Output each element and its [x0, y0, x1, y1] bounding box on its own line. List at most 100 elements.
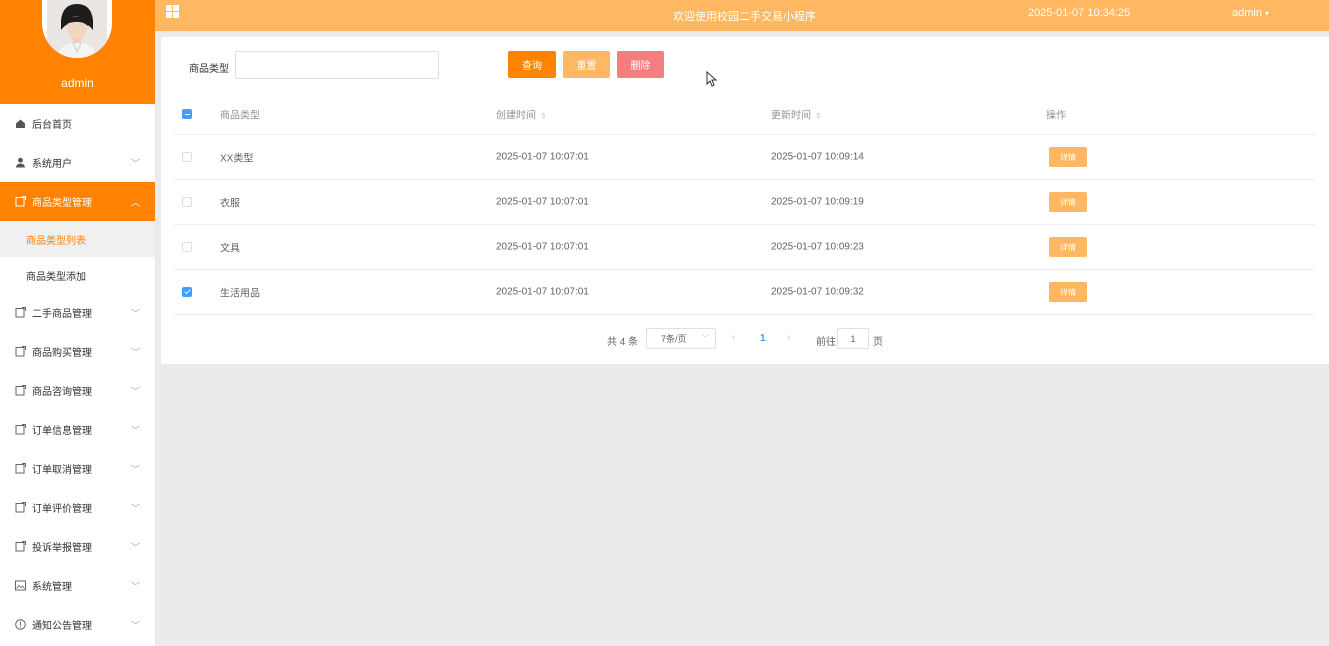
cell-updated: 2025-01-07 10:09:14: [771, 151, 864, 163]
cell-updated: 2025-01-07 10:09:23: [771, 241, 864, 253]
header-created-label: 创建时间: [496, 110, 536, 122]
menu-item-purchase[interactable]: 商品购买管理 ﹀: [0, 332, 155, 371]
sort-icon[interactable]: ⇕: [815, 112, 822, 121]
menu-label: 系统用户: [32, 159, 72, 170]
menu-item-product-type[interactable]: 商品类型管理 ︿: [0, 182, 155, 221]
page-label: 页: [873, 337, 883, 348]
menu-label: 通知公告管理: [32, 621, 92, 632]
main-card: 商品类型 查询 重置 删除 商品类型 创建时间 ⇕ 更新时间 ⇕ 操作 XX类型 2…: [161, 37, 1329, 364]
submenu-item-type-list[interactable]: 商品类型列表: [0, 221, 155, 257]
menu-item-secondhand[interactable]: 二手商品管理 ﹀: [0, 293, 155, 332]
menu-item-order-info[interactable]: 订单信息管理 ﹀: [0, 410, 155, 449]
detail-button[interactable]: 详情: [1049, 147, 1087, 167]
prev-page-icon[interactable]: ‹: [732, 332, 735, 343]
tag-icon: [15, 307, 26, 318]
menu-label: 商品类型管理: [32, 198, 92, 209]
next-page-icon[interactable]: ›: [787, 332, 790, 343]
top-bar: 欢迎使用校园二手交易小程序 2025-01-07 10:34:25 admin …: [155, 0, 1329, 31]
user-name: admin: [1232, 7, 1262, 19]
welcome-title: 欢迎使用校园二手交易小程序: [673, 11, 816, 23]
detail-button[interactable]: 详情: [1049, 237, 1087, 257]
info-circle-icon: [15, 619, 26, 630]
reset-button[interactable]: 重置: [563, 51, 610, 78]
tag-icon: [15, 502, 26, 513]
menu-item-complaint[interactable]: 投诉举报管理 ﹀: [0, 527, 155, 566]
table-row: 文具 2025-01-07 10:07:01 2025-01-07 10:09:…: [174, 225, 1315, 270]
menu-item-order-review[interactable]: 订单评价管理 ﹀: [0, 488, 155, 527]
menu-label: 商品咨询管理: [32, 387, 92, 398]
chevron-down-icon: ﹀: [701, 334, 709, 343]
submenu-item-type-add[interactable]: 商品类型添加: [0, 257, 155, 293]
user-dropdown[interactable]: admin ▾: [1232, 7, 1269, 19]
chevron-down-icon: ﹀: [130, 347, 140, 357]
menu-item-order-cancel[interactable]: 订单取消管理 ﹀: [0, 449, 155, 488]
avatar: [42, 0, 112, 58]
data-table: 商品类型 创建时间 ⇕ 更新时间 ⇕ 操作 XX类型 2025-01-07 10:0…: [174, 94, 1315, 315]
tag-icon: [15, 385, 26, 396]
cell-created: 2025-01-07 10:07:01: [496, 286, 589, 298]
header-op: 操作: [1046, 110, 1066, 122]
current-page[interactable]: 1: [760, 333, 766, 344]
chevron-down-icon: ﹀: [130, 464, 140, 474]
chevron-down-icon: ﹀: [130, 542, 140, 552]
menu-label: 系统管理: [32, 582, 72, 593]
chevron-down-icon: ﹀: [130, 308, 140, 318]
menu-item-notice[interactable]: 通知公告管理 ﹀: [0, 605, 155, 644]
cell-type: 生活用品: [220, 288, 260, 300]
page-size-value: 7条/页: [661, 334, 687, 344]
chevron-up-icon: ︿: [130, 197, 140, 207]
menu-label: 商品购买管理: [32, 348, 92, 359]
menu-label: 订单信息管理: [32, 426, 92, 437]
chevron-down-icon: ﹀: [130, 620, 140, 630]
row-checkbox[interactable]: [182, 152, 192, 162]
menu-item-consult[interactable]: 商品咨询管理 ﹀: [0, 371, 155, 410]
menu-item-system-users[interactable]: 系统用户 ﹀: [0, 143, 155, 182]
caret-down-icon: ▾: [1265, 9, 1270, 18]
chevron-down-icon: ﹀: [130, 386, 140, 396]
menu-grid-icon[interactable]: [166, 5, 179, 18]
chevron-down-icon: ﹀: [130, 503, 140, 513]
header-updated-label: 更新时间: [771, 110, 811, 122]
row-checkbox[interactable]: [182, 197, 192, 207]
row-checkbox[interactable]: [182, 242, 192, 252]
detail-button[interactable]: 详情: [1049, 192, 1087, 212]
search-input[interactable]: [235, 51, 439, 79]
menu-item-home[interactable]: 后台首页: [0, 104, 155, 143]
sort-icon[interactable]: ⇕: [540, 112, 547, 121]
cell-updated: 2025-01-07 10:09:32: [771, 286, 864, 298]
pagination-total: 共 4 条: [607, 337, 639, 348]
menu-item-system-manage[interactable]: 系统管理 ﹀: [0, 566, 155, 605]
row-checkbox[interactable]: [182, 287, 192, 297]
clock: 2025-01-07 10:34:25: [1028, 7, 1131, 19]
cell-updated: 2025-01-07 10:09:19: [771, 196, 864, 208]
menu-label: 后台首页: [32, 120, 72, 131]
home-icon: [15, 118, 26, 129]
query-button[interactable]: 查询: [508, 51, 556, 78]
goto-label: 前往: [816, 337, 836, 348]
tag-icon: [15, 196, 26, 207]
cell-type: 文具: [220, 243, 240, 255]
table-header: 商品类型 创建时间 ⇕ 更新时间 ⇕ 操作: [174, 94, 1315, 135]
pagination: 共 4 条 7条/页 ﹀ ‹ 1 › 前往 页: [161, 328, 1329, 350]
header-type: 商品类型: [220, 110, 260, 122]
menu-label: 订单评价管理: [32, 504, 92, 515]
cell-created: 2025-01-07 10:07:01: [496, 196, 589, 208]
detail-button[interactable]: 详情: [1049, 282, 1087, 302]
cell-created: 2025-01-07 10:07:01: [496, 241, 589, 253]
sidebar-header: admin: [0, 0, 155, 104]
tag-icon: [15, 424, 26, 435]
page-size-select[interactable]: 7条/页 ﹀: [646, 328, 716, 349]
tag-icon: [15, 463, 26, 474]
chevron-down-icon: ﹀: [130, 425, 140, 435]
cell-type: XX类型: [220, 153, 254, 165]
goto-page-input[interactable]: [837, 328, 869, 349]
select-all-checkbox[interactable]: [182, 109, 192, 119]
search-label: 商品类型: [189, 64, 229, 75]
delete-button[interactable]: 删除: [617, 51, 664, 78]
table-row: 生活用品 2025-01-07 10:07:01 2025-01-07 10:0…: [174, 270, 1315, 315]
header-created[interactable]: 创建时间 ⇕: [496, 107, 547, 122]
header-updated[interactable]: 更新时间 ⇕: [771, 107, 822, 122]
tag-icon: [15, 346, 26, 357]
user-icon: [15, 157, 26, 168]
chevron-down-icon: ﹀: [130, 581, 140, 591]
